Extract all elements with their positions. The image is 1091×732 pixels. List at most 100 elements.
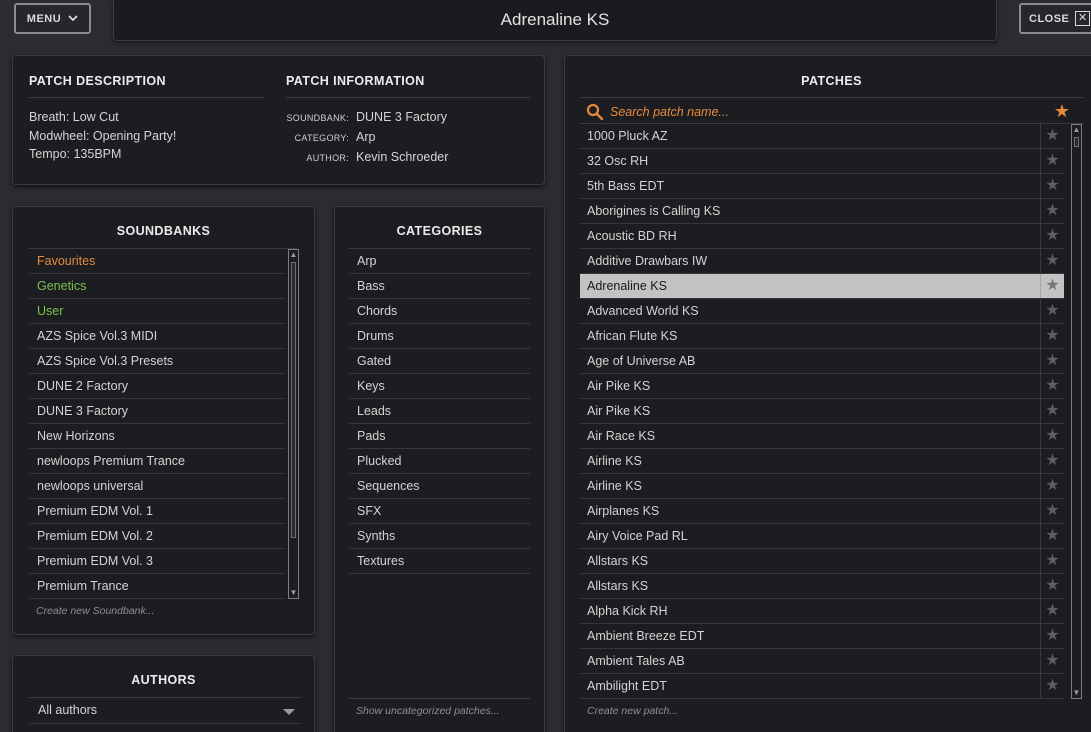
- patch-row[interactable]: Airline KS ★: [580, 449, 1064, 474]
- patch-row[interactable]: Airplanes KS ★: [580, 499, 1064, 524]
- soundbank-item[interactable]: Genetics: [29, 274, 285, 299]
- patch-row[interactable]: Airy Voice Pad RL ★: [580, 524, 1064, 549]
- patch-row[interactable]: Advanced World KS ★: [580, 299, 1064, 324]
- patch-row[interactable]: Additive Drawbars IW ★: [580, 249, 1064, 274]
- favourite-star-icon[interactable]: ★: [1040, 149, 1064, 173]
- scroll-up-icon[interactable]: ▲: [1072, 125, 1081, 135]
- category-item[interactable]: Textures: [349, 549, 530, 574]
- soundbank-item[interactable]: Premium EDM Vol. 3: [29, 549, 285, 574]
- soundbank-item[interactable]: newloops Premium Trance: [29, 449, 285, 474]
- patch-scrollbar[interactable]: ▲ ▼: [1071, 124, 1082, 699]
- category-item[interactable]: Bass: [349, 274, 530, 299]
- create-patch-link[interactable]: Create new patch...: [587, 705, 678, 717]
- category-item[interactable]: Drums: [349, 324, 530, 349]
- patch-row[interactable]: 1000 Pluck AZ ★: [580, 124, 1064, 149]
- favourite-star-icon[interactable]: ★: [1040, 274, 1064, 298]
- patch-row[interactable]: Alpha Kick RH ★: [580, 599, 1064, 624]
- favourite-star-icon[interactable]: ★: [1040, 574, 1064, 598]
- category-item[interactable]: Arp: [349, 249, 530, 274]
- favourite-star-icon[interactable]: ★: [1040, 399, 1064, 423]
- soundbank-item[interactable]: Premium EDM Vol. 1: [29, 499, 285, 524]
- category-item[interactable]: Chords: [349, 299, 530, 324]
- patch-row[interactable]: Ambilight EDT ★: [580, 674, 1064, 699]
- patch-row[interactable]: Aborigines is Calling KS ★: [580, 199, 1064, 224]
- soundbank-item[interactable]: Premium EDM Vol. 2: [29, 524, 285, 549]
- info-category-row: CATEGORY: Arp: [263, 128, 448, 148]
- authors-dropdown[interactable]: All authors: [29, 698, 301, 724]
- patch-row[interactable]: Ambient Breeze EDT ★: [580, 624, 1064, 649]
- favourite-star-icon[interactable]: ★: [1040, 199, 1064, 223]
- authors-panel: AUTHORS All authors: [12, 655, 315, 732]
- favourite-star-icon[interactable]: ★: [1040, 649, 1064, 673]
- scroll-up-icon[interactable]: ▲: [289, 250, 298, 260]
- favourite-star-icon[interactable]: ★: [1040, 224, 1064, 248]
- patch-name: Additive Drawbars IW: [587, 254, 708, 268]
- favourite-star-icon[interactable]: ★: [1040, 474, 1064, 498]
- scroll-thumb[interactable]: [291, 262, 296, 538]
- favourite-star-icon[interactable]: ★: [1040, 624, 1064, 648]
- patch-row[interactable]: Ambient Tales AB ★: [580, 649, 1064, 674]
- category-item[interactable]: Leads: [349, 399, 530, 424]
- patch-name: Ambilight EDT: [587, 679, 667, 693]
- patch-row[interactable]: Air Race KS ★: [580, 424, 1064, 449]
- favourite-star-icon[interactable]: ★: [1040, 124, 1064, 148]
- patch-row[interactable]: 5th Bass EDT ★: [580, 174, 1064, 199]
- soundbank-item[interactable]: User: [29, 299, 285, 324]
- authors-selected: All authors: [38, 703, 98, 717]
- category-item[interactable]: Synths: [349, 524, 530, 549]
- patch-information-title: PATCH INFORMATION: [286, 74, 425, 88]
- patch-row[interactable]: Age of Universe AB ★: [580, 349, 1064, 374]
- patch-row[interactable]: Air Pike KS ★: [580, 399, 1064, 424]
- create-soundbank-link[interactable]: Create new Soundbank...: [36, 605, 155, 617]
- soundbank-item[interactable]: newloops universal: [29, 474, 285, 499]
- patch-row[interactable]: 32 Osc RH ★: [580, 149, 1064, 174]
- patch-name: Acoustic BD RH: [587, 229, 677, 243]
- patch-name: Airplanes KS: [587, 504, 660, 518]
- category-item[interactable]: Plucked: [349, 449, 530, 474]
- category-item[interactable]: Keys: [349, 374, 530, 399]
- favourite-star-icon[interactable]: ★: [1040, 299, 1064, 323]
- soundbank-item[interactable]: Favourites: [29, 249, 285, 274]
- show-uncategorized-link[interactable]: Show uncategorized patches...: [356, 705, 500, 717]
- patch-row[interactable]: Air Pike KS ★: [580, 374, 1064, 399]
- favourite-star-icon[interactable]: ★: [1040, 599, 1064, 623]
- patch-row[interactable]: Airline KS ★: [580, 474, 1064, 499]
- soundbank-item[interactable]: Premium Trance: [29, 574, 285, 599]
- favourite-star-icon[interactable]: ★: [1040, 524, 1064, 548]
- category-item[interactable]: Sequences: [349, 474, 530, 499]
- patch-row[interactable]: Acoustic BD RH ★: [580, 224, 1064, 249]
- soundbank-list: Favourites Genetics User AZS Spice Vol.3 MI…: [29, 249, 297, 599]
- patch-row[interactable]: Allstars KS ★: [580, 574, 1064, 599]
- category-item[interactable]: Gated: [349, 349, 530, 374]
- favourite-star-icon[interactable]: ★: [1040, 249, 1064, 273]
- soundbank-item[interactable]: AZS Spice Vol.3 MIDI: [29, 324, 285, 349]
- soundbank-item[interactable]: AZS Spice Vol.3 Presets: [29, 349, 285, 374]
- soundbank-item[interactable]: New Horizons: [29, 424, 285, 449]
- patch-row[interactable]: African Flute KS ★: [580, 324, 1064, 349]
- favourite-star-icon[interactable]: ★: [1040, 424, 1064, 448]
- scroll-down-icon[interactable]: ▼: [289, 588, 298, 598]
- category-item[interactable]: Pads: [349, 424, 530, 449]
- favourite-star-icon[interactable]: ★: [1040, 349, 1064, 373]
- scroll-down-icon[interactable]: ▼: [1072, 688, 1081, 698]
- favourites-filter-star-icon[interactable]: ★: [1054, 101, 1070, 122]
- soundbank-scrollbar[interactable]: ▲ ▼: [288, 249, 299, 599]
- favourite-star-icon[interactable]: ★: [1040, 549, 1064, 573]
- category-item[interactable]: SFX: [349, 499, 530, 524]
- favourite-star-icon[interactable]: ★: [1040, 674, 1064, 698]
- patch-row[interactable]: Allstars KS ★: [580, 549, 1064, 574]
- favourite-star-icon[interactable]: ★: [1040, 324, 1064, 348]
- patch-row[interactable]: Adrenaline KS ★: [580, 274, 1064, 299]
- close-button[interactable]: CLOSE ✕: [1019, 3, 1091, 34]
- soundbank-item[interactable]: DUNE 2 Factory: [29, 374, 285, 399]
- patch-name: Airline KS: [587, 454, 642, 468]
- favourite-star-icon[interactable]: ★: [1040, 174, 1064, 198]
- favourite-star-icon[interactable]: ★: [1040, 499, 1064, 523]
- favourite-star-icon[interactable]: ★: [1040, 374, 1064, 398]
- menu-button[interactable]: MENU: [14, 3, 91, 34]
- patch-name: Air Race KS: [587, 429, 656, 443]
- soundbank-item[interactable]: DUNE 3 Factory: [29, 399, 285, 424]
- patch-search-input[interactable]: [610, 104, 1030, 119]
- favourite-star-icon[interactable]: ★: [1040, 449, 1064, 473]
- scroll-thumb[interactable]: [1074, 137, 1079, 147]
